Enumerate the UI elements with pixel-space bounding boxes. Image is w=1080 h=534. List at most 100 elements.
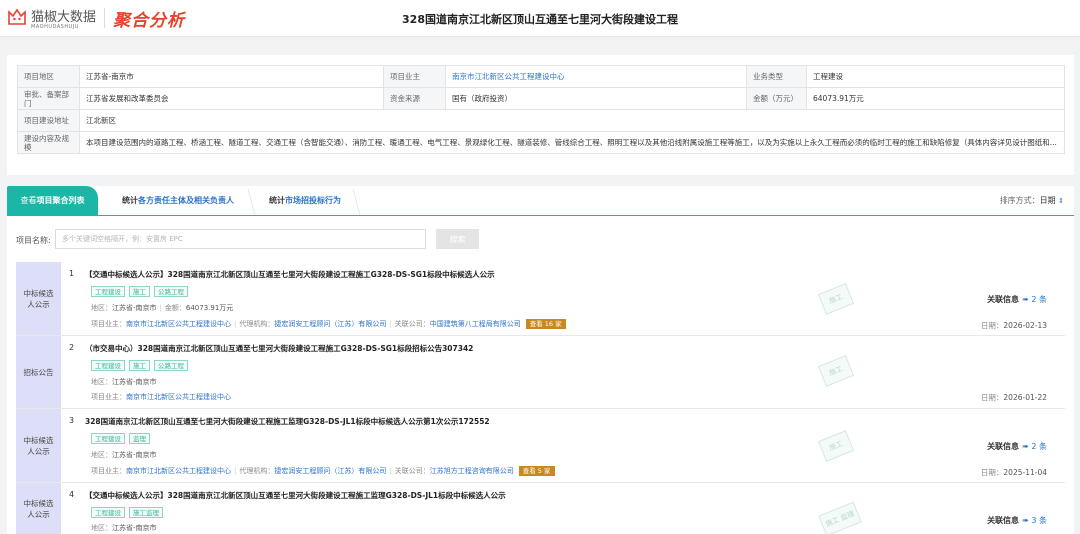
item-title-link[interactable]: 328国道南京江北新区顶山互通至七里河大街段建设工程施工监理G328-DS-JL… [85,416,490,427]
meta-label: 项目业主： [91,393,126,401]
chip: 工程建设 [91,433,125,444]
search-button[interactable]: 搜索 [436,229,479,249]
meta-label: 金额： [164,304,186,312]
category-stamp: 施工 [817,430,855,462]
meta-divider: | [159,304,162,312]
item-amount: 64073.91万元 [185,304,234,312]
double-arrow-icon: ➠ [1021,295,1029,304]
project-info-card: 项目地区 江苏省-南京市 项目业主 南京市江北新区公共工程建设中心 业务类型 工… [7,55,1074,175]
tab-bar: 查看项目聚合列表 统计各方责任主体及相关负责人 统计市场招投标行为 排序方式：日… [7,186,1074,216]
agent-link[interactable]: 捷宏润安工程顾问（江苏）有限公司 [274,467,386,475]
project-address: 江北新区 [79,109,1065,132]
notice-type-tag: 招标公告 [16,336,61,408]
item-region: 地区：江苏省-南京市 [91,523,157,533]
info-label: 审批、备案部门 [17,87,80,110]
info-row: 项目建设地址 江北新区 [17,109,1065,132]
chip: 施工 [129,286,150,297]
tag-chips: 工程建设 监理 [91,433,150,444]
meta-label: 地区： [91,304,112,312]
item-number: 4 [69,490,75,499]
item-title-link[interactable]: （市交易中心）328国道南京江北新区顶山互通至七里河大街段建设工程施工G328-… [85,343,473,354]
business-type: 工程建设 [806,65,1065,88]
fund-source: 国有（政府投资） [445,87,747,110]
page-title: 328国道南京江北新区顶山互通至七里河大街段建设工程 [402,13,678,26]
tab-prefix: 统计 [269,196,285,205]
related-info-link[interactable]: 关联信息 ➠ 2 条 [987,294,1047,305]
approval-department: 江苏省发展和改革委员会 [79,87,384,110]
agent-link[interactable]: 捷宏润安工程顾问（江苏）有限公司 [274,320,386,328]
meta-divider: | [234,467,237,475]
item-number: 2 [69,343,75,352]
item-parties: 项目业主：南京市江北新区公共工程建设中心 | 代理机构：捷宏润安工程顾问（江苏）有限… [91,466,555,476]
date-value: 2026-01-22 [1003,393,1047,402]
category-stamp: 施工 [817,355,855,387]
related-label: 关联信息 [987,516,1020,525]
list-item[interactable]: 中标候选人公示 1 【交通中标候选人公示】328国道南京江北新区顶山互通至七里河… [16,262,1065,336]
tab-project-list[interactable]: 查看项目聚合列表 [7,186,98,216]
item-region-amount: 地区：江苏省-南京市 | 金额：64073.91万元 [91,303,233,313]
item-parties: 项目业主：南京市江北新区公共工程建设中心 [91,392,231,402]
item-date: 日期：2026-02-13 [981,320,1047,331]
list-item[interactable]: 招标公告 2 （市交易中心）328国道南京江北新区顶山互通至七里河大街段建设工程… [16,336,1065,409]
notice-type-tag: 中标候选人公示 [16,483,61,534]
project-info-table: 项目地区 江苏省-南京市 项目业主 南京市江北新区公共工程建设中心 业务类型 工… [17,65,1065,154]
item-title-link[interactable]: 【交通中标候选人公示】328国道南京江北新区顶山互通至七里河大街段建设工程施工G… [85,269,495,280]
info-row: 建设内容及规模 本项目建设范围内的道路工程、桥涵工程、隧道工程、交通工程（含智能… [17,131,1065,154]
sort-control[interactable]: 排序方式：日期 ⇕ [1000,195,1064,206]
chip: 工程建设 [91,507,125,518]
tab-prefix: 查看 [20,196,37,205]
category-stamp: 施工 监理 [818,501,862,534]
project-amount: 64073.91万元 [806,87,1065,110]
category-stamp: 施工 [817,283,855,315]
item-region-value: 江苏省-南京市 [112,378,157,386]
item-title-link[interactable]: 【交通中标候选人公示】328国道南京江北新区顶山互通至七里河大街段建设工程施工监… [85,490,506,501]
date-value: 2025-11-04 [1003,468,1047,477]
project-scope: 本项目建设范围内的道路工程、桥涵工程、隧道工程、交通工程（含智能交通）、消防工程… [79,131,1065,154]
related-count: 3 条 [1031,516,1047,525]
owner-link[interactable]: 南京市江北新区公共工程建设中心 [126,320,231,328]
info-label: 资金来源 [383,87,446,110]
list-item[interactable]: 中标候选人公示 3 328国道南京江北新区顶山互通至七里河大街段建设工程施工监理… [16,409,1065,483]
tab-responsible-parties[interactable]: 统计各方责任主体及相关负责人 [104,186,252,216]
notice-type-tag: 中标候选人公示 [16,262,61,335]
related-label: 关联信息 [987,295,1020,304]
related-info-link[interactable]: 关联信息 ➠ 3 条 [987,515,1047,526]
sort-value: 日期 [1039,196,1056,205]
owner-link[interactable]: 南京市江北新区公共工程建设中心 [126,467,231,475]
related-count: 2 条 [1031,442,1047,451]
company-link[interactable]: 江苏旭方工程咨询有限公司 [430,467,514,475]
project-location: 江苏省-南京市 [79,65,384,88]
meta-label: 关联公司： [394,467,430,475]
meta-label: 代理机构： [239,467,275,475]
meta-label: 代理机构： [239,320,275,328]
meta-label: 关联公司： [394,320,430,328]
meta-label: 项目业主： [91,320,126,328]
project-owner-link[interactable]: 南京市江北新区公共工程建设中心 [445,65,747,88]
meta-label: 地区： [91,451,112,459]
info-label: 项目建设地址 [17,109,80,132]
item-number: 3 [69,416,75,425]
info-label: 金额（万元） [746,87,807,110]
tab-bidding-behavior[interactable]: 统计市场招投标行为 [255,186,355,216]
chip: 监理 [129,433,150,444]
info-label: 建设内容及规模 [17,131,80,154]
item-region-value: 江苏省-南京市 [112,524,157,532]
date-label: 日期： [980,393,1004,402]
list-item[interactable]: 中标候选人公示 4 【交通中标候选人公示】328国道南京江北新区顶山互通至七里河… [16,483,1065,534]
chip: 工程建设 [91,360,125,371]
view-companies-badge[interactable]: 查看 5 家 [518,466,555,476]
project-name-search-input[interactable] [55,229,426,249]
related-info-link[interactable]: 关联信息 ➠ 2 条 [987,441,1047,452]
info-row: 审批、备案部门 江苏省发展和改革委员会 资金来源 国有（政府投资） 金额（万元）… [17,87,1065,110]
view-companies-badge[interactable]: 查看 16 家 [525,319,566,329]
info-label: 项目业主 [383,65,446,88]
date-value: 2026-02-13 [1003,321,1047,330]
meta-divider: | [389,467,392,475]
sort-arrows-icon: ⇕ [1058,197,1064,205]
tab-prefix: 统计 [122,196,138,205]
chip: 公路工程 [154,360,188,371]
company-link[interactable]: 中国建筑第八工程局有限公司 [430,320,521,328]
tab-label: 市场招投标行为 [285,196,341,205]
owner-link[interactable]: 南京市江北新区公共工程建设中心 [126,393,231,401]
meta-divider: | [389,320,392,328]
